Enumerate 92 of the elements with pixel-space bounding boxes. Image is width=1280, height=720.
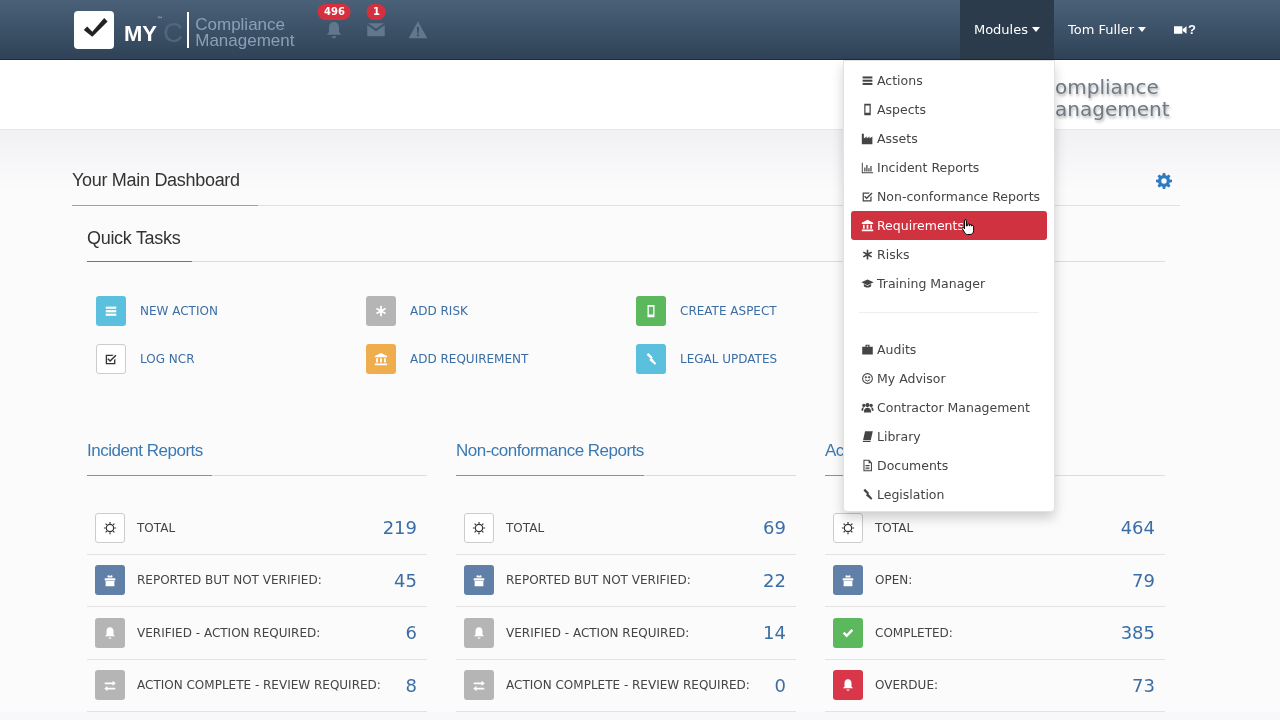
stat-value: 73 bbox=[1132, 674, 1155, 696]
stat-label: COMPLETED: bbox=[875, 625, 954, 640]
stat-label: OVERDUE: bbox=[875, 678, 939, 693]
factory-icon bbox=[861, 132, 874, 145]
settings-button[interactable] bbox=[1156, 172, 1172, 189]
briefcase-icon bbox=[861, 343, 874, 356]
bell-icon bbox=[103, 625, 117, 640]
bell-icon bbox=[472, 625, 486, 640]
list-icon bbox=[104, 304, 118, 318]
panel-title: Incident Reports bbox=[87, 441, 212, 476]
warning-button[interactable] bbox=[408, 19, 429, 40]
bell-icon bbox=[841, 678, 855, 693]
bank-icon bbox=[861, 219, 874, 232]
menu-item[interactable]: Assets bbox=[851, 124, 1047, 153]
arrows-icon bbox=[472, 678, 486, 693]
users-icon bbox=[861, 401, 874, 414]
menu-item[interactable]: Audits bbox=[851, 335, 1047, 364]
nav-menu[interactable]: Modules bbox=[959, 0, 1054, 59]
stat-label: TOTAL bbox=[506, 520, 546, 535]
bar-chart-icon bbox=[861, 161, 874, 174]
list-icon bbox=[861, 74, 874, 87]
stat-value: 6 bbox=[405, 622, 417, 644]
logo-subtitle: Compliance bbox=[195, 16, 285, 33]
stat-value: 0 bbox=[774, 674, 786, 696]
stat-value: 219 bbox=[382, 517, 417, 539]
sun-icon bbox=[841, 520, 855, 535]
stat-label: TOTAL bbox=[137, 520, 177, 535]
stat-label: ACTION COMPLETE - REVIEW REQUIRED: bbox=[137, 678, 382, 693]
stat-value: 14 bbox=[763, 622, 786, 644]
stat-value: 464 bbox=[1120, 517, 1155, 539]
logo-icon bbox=[74, 10, 114, 49]
menu-item[interactable]: My Advisor bbox=[851, 364, 1047, 393]
gavel-icon bbox=[644, 352, 658, 366]
gift-icon bbox=[472, 573, 486, 588]
menu-item[interactable]: Risks bbox=[851, 240, 1047, 269]
tablet-icon bbox=[861, 103, 874, 116]
count-badge: 1 bbox=[367, 3, 386, 20]
stat-label: VERIFIED - ACTION REQUIRED: bbox=[506, 625, 691, 640]
help-button[interactable]: ? bbox=[1160, 0, 1210, 59]
menu-item[interactable]: Contractor Management bbox=[851, 393, 1047, 422]
stat-label: ACTION COMPLETE - REVIEW REQUIRED: bbox=[506, 678, 751, 693]
stat-value: 8 bbox=[405, 674, 417, 696]
stat-value: 385 bbox=[1120, 622, 1155, 644]
stat-label: REPORTED BUT NOT VERIFIED: bbox=[137, 573, 323, 588]
section-title: Quick Tasks bbox=[87, 228, 193, 262]
gavel-icon bbox=[861, 488, 874, 501]
menu-item[interactable]: Legislation bbox=[851, 480, 1047, 509]
task-link[interactable]: LEGAL UPDATES bbox=[680, 352, 778, 366]
gift-icon bbox=[841, 573, 855, 588]
smiley-icon bbox=[861, 372, 874, 385]
caret-icon bbox=[1032, 27, 1040, 32]
stat-label: TOTAL bbox=[875, 520, 915, 535]
book-icon bbox=[861, 430, 874, 443]
page-title: Your Main Dashboard bbox=[72, 170, 258, 206]
checkbox-icon bbox=[104, 352, 118, 366]
stat-label: VERIFIED - ACTION REQUIRED: bbox=[137, 625, 322, 640]
stat-value: 69 bbox=[763, 517, 786, 539]
banner-logo-text: anagement bbox=[1055, 98, 1170, 120]
graduation-cap-icon bbox=[861, 277, 874, 290]
arrows-icon bbox=[103, 678, 117, 693]
sun-icon bbox=[103, 520, 117, 535]
menu-item[interactable]: Requirements bbox=[851, 211, 1047, 240]
asterisk-icon bbox=[861, 248, 874, 261]
menu-item[interactable]: Non-conformance Reports bbox=[851, 182, 1047, 211]
task-link[interactable]: ADD RISK bbox=[410, 304, 468, 318]
stat-value: 22 bbox=[763, 569, 786, 591]
menu-item[interactable]: Incident Reports bbox=[851, 153, 1047, 182]
logo-subtitle: Management bbox=[195, 32, 295, 49]
gift-icon bbox=[103, 573, 117, 588]
caret-icon bbox=[1138, 27, 1147, 32]
task-link[interactable]: NEW ACTION bbox=[140, 304, 218, 318]
document-icon bbox=[861, 459, 874, 472]
count-badge: 496 bbox=[318, 3, 351, 20]
menu-item[interactable]: Actions bbox=[851, 66, 1047, 95]
nav-menu[interactable]: Tom Fuller bbox=[1054, 0, 1161, 59]
panel-title: Non-conformance Reports bbox=[456, 441, 644, 476]
bank-icon bbox=[374, 352, 388, 366]
task-link[interactable]: CREATE ASPECT bbox=[680, 304, 777, 318]
asterisk-icon bbox=[374, 304, 388, 318]
task-link[interactable]: ADD REQUIREMENT bbox=[410, 352, 529, 366]
menu-item[interactable]: Training Manager bbox=[851, 269, 1047, 298]
logo-text: MY bbox=[124, 20, 157, 47]
stat-value: 79 bbox=[1132, 569, 1155, 591]
task-link[interactable]: LOG NCR bbox=[140, 352, 195, 366]
banner-logo-text: ompliance bbox=[1055, 76, 1160, 98]
stat-label: REPORTED BUT NOT VERIFIED: bbox=[506, 573, 692, 588]
sun-icon bbox=[472, 520, 486, 535]
menu-item[interactable]: Aspects bbox=[851, 95, 1047, 124]
stat-label: OPEN: bbox=[875, 573, 914, 588]
checkbox-icon bbox=[861, 190, 874, 203]
video-camera-icon bbox=[1174, 24, 1188, 35]
stat-value: 45 bbox=[394, 569, 417, 591]
